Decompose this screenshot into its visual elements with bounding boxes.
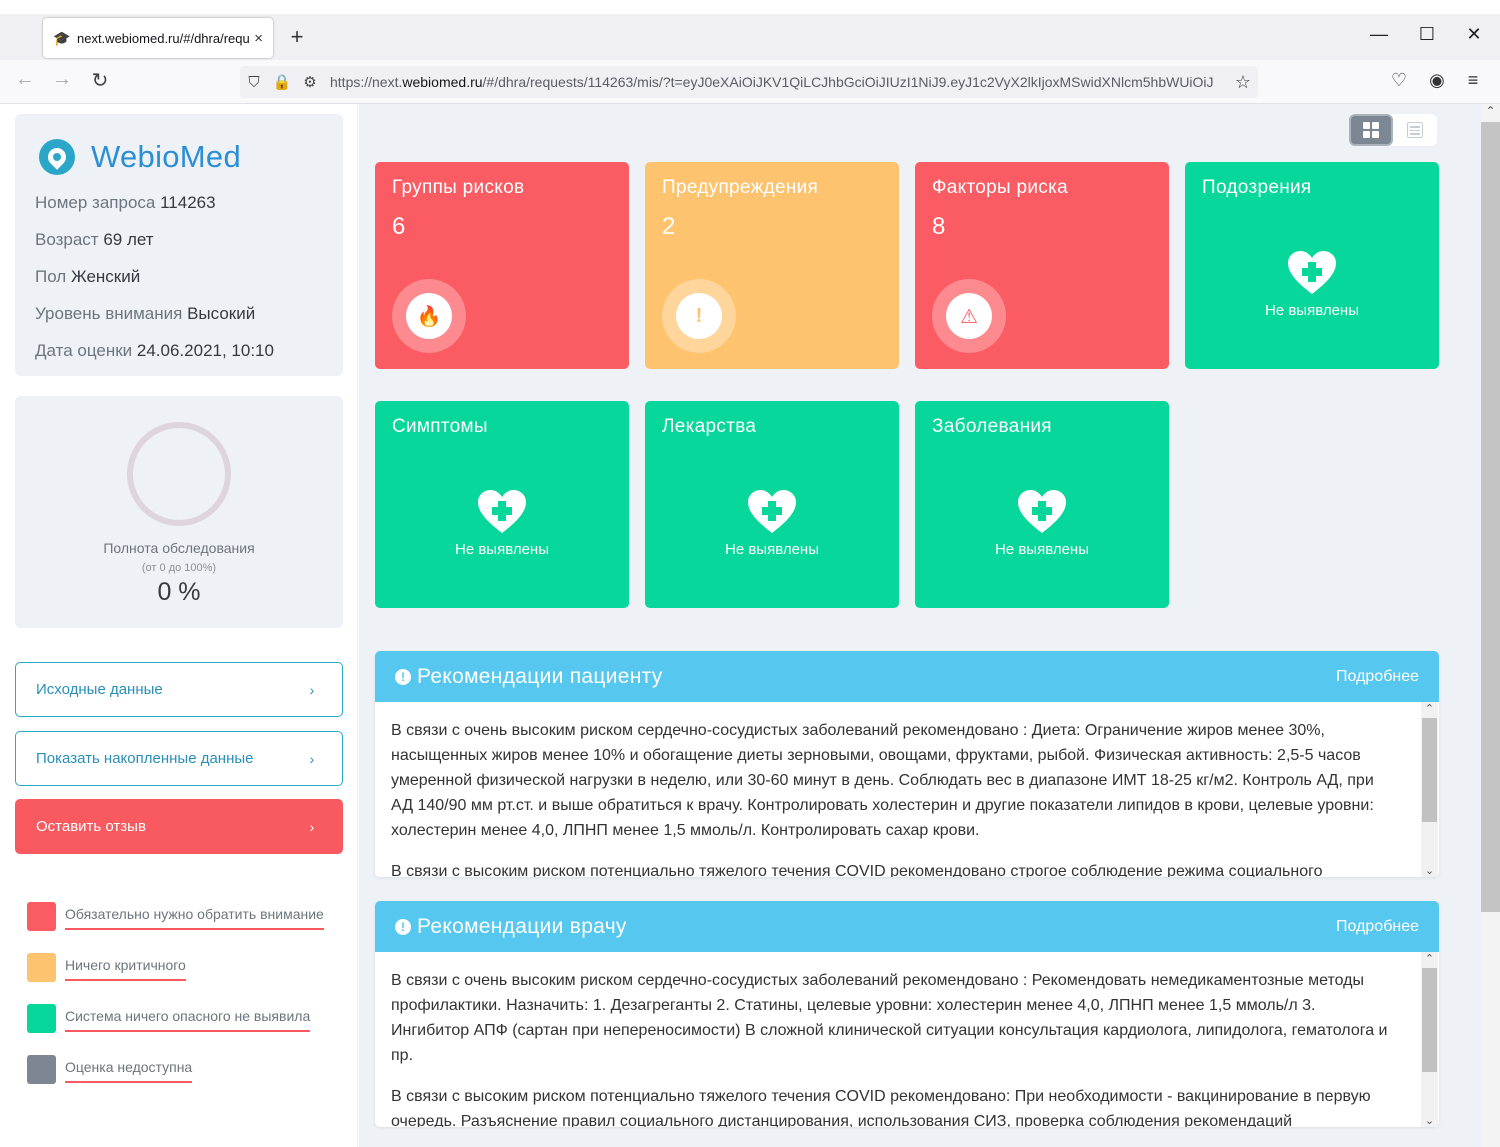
scroll-up-icon[interactable]: ⌃ [1421, 702, 1438, 715]
logo-text: WebioMed [91, 139, 242, 174]
back-icon[interactable]: ← [11, 68, 39, 91]
tile-medications[interactable]: Лекарства Не выявлены [645, 401, 899, 608]
logo-icon [39, 139, 75, 175]
legend-swatch [27, 1055, 56, 1084]
page-scrollbar[interactable]: ⌃ [1481, 104, 1500, 1147]
logo: WebioMed [35, 134, 323, 180]
heart-plus-icon [1288, 251, 1336, 294]
info-age: Возраст 69 лет [35, 230, 154, 249]
legend-swatch [27, 953, 56, 982]
main-content: Группы рисков 6 🔥 Предупреждения 2 ! Фак… [359, 104, 1481, 1147]
fire-icon: 🔥 [406, 293, 452, 339]
leave-feedback-button[interactable]: Оставить отзыв › [15, 799, 343, 854]
info-attention-level: Уровень внимания Высокий [35, 304, 256, 323]
chevron-right-icon: › [309, 818, 315, 835]
browser-nav-bar: ← → ↻ ⛉ 🔒 ⚙ https://next.webiomed.ru/#/d… [0, 60, 1500, 104]
list-icon [1407, 122, 1423, 138]
doctor-recommendations-panel: ! Рекомендации врачу Подробнее В связи с… [375, 901, 1439, 1127]
maximize-icon[interactable]: ☐ [1412, 24, 1442, 45]
completeness-value: 0 % [157, 578, 201, 606]
lock-icon[interactable]: 🔒 [268, 73, 296, 91]
close-window-icon[interactable]: ✕ [1459, 24, 1489, 45]
new-tab-button[interactable]: + [286, 24, 308, 50]
sidebar: WebioMed Номер запроса 114263 Возраст 69… [0, 104, 358, 1147]
info-icon: ! [395, 918, 411, 935]
warning-icon: ⚠ [946, 293, 992, 339]
panel-body[interactable]: В связи с очень высоким риском сердечно-… [375, 952, 1439, 1127]
url-text[interactable]: https://next.webiomed.ru/#/dhra/requests… [324, 74, 1228, 90]
completeness-range: (от 0 до 100%) [141, 562, 217, 574]
tab-close-icon[interactable]: × [254, 30, 263, 47]
recommendation-text: В связи с высоким риском потенциально тя… [391, 1088, 1371, 1127]
legend-item-green: Система ничего опасного не выявила [27, 1004, 357, 1044]
patient-recommendations-panel: ! Рекомендации пациенту Подробнее В связ… [375, 651, 1439, 877]
info-sex: Пол Женский [35, 267, 141, 286]
pocket-icon[interactable]: ♡ [1386, 70, 1412, 91]
url-bar[interactable]: ⛉ 🔒 ⚙ https://next.webiomed.ru/#/dhra/re… [240, 66, 1258, 98]
patient-info-card: WebioMed Номер запроса 114263 Возраст 69… [15, 114, 343, 376]
legend-label: Обязательно нужно обратить внимание [65, 906, 324, 930]
tile-risk-groups[interactable]: Группы рисков 6 🔥 [375, 162, 629, 369]
legend-swatch [27, 902, 56, 931]
panel-scrollbar[interactable]: ⌃ ⌄ [1421, 702, 1438, 877]
recommendation-text: В связи с высоким риском потенциально тя… [391, 863, 1323, 877]
browser-tab-strip: 🎓 next.webiomed.ru/#/dhra/reque × + — ☐ … [0, 0, 1500, 60]
exclamation-icon: ! [676, 293, 722, 339]
recommendation-text: В связи с очень высоким риском сердечно-… [391, 972, 1388, 1064]
page: WebioMed Номер запроса 114263 Возраст 69… [0, 104, 1500, 1147]
tab-title: next.webiomed.ru/#/dhra/reque [77, 30, 251, 46]
info-assessment-date: Дата оценки 24.06.2021, 10:10 [35, 341, 274, 360]
completeness-ring [127, 422, 231, 526]
accumulated-data-button[interactable]: Показать накопленные данные › [15, 731, 343, 786]
tile-symptoms[interactable]: Симптомы Не выявлены [375, 401, 629, 608]
legend-swatch [27, 1004, 56, 1033]
forward-icon[interactable]: → [48, 68, 76, 91]
more-link[interactable]: Подробнее [1336, 668, 1419, 686]
scroll-down-icon[interactable]: ⌄ [1421, 864, 1438, 877]
permissions-icon[interactable]: ⚙ [296, 73, 324, 91]
info-request-number: Номер запроса 114263 [35, 193, 216, 212]
source-data-button[interactable]: Исходные данные › [15, 662, 343, 717]
info-icon: ! [395, 668, 411, 685]
scroll-up-icon[interactable]: ⌃ [1421, 952, 1438, 965]
view-toggle [1349, 114, 1437, 146]
site-favicon-icon: 🎓 [53, 30, 71, 46]
recommendation-text: В связи с очень высоким риском сердечно-… [391, 722, 1374, 839]
legend-item-orange: Ничего критичного [27, 953, 357, 993]
panel-header: ! Рекомендации врачу Подробнее [375, 901, 1439, 952]
completeness-card: Полнота обследования (от 0 до 100%) 0 % [15, 396, 343, 628]
panel-scrollbar[interactable]: ⌃ ⌄ [1421, 952, 1438, 1127]
heart-plus-icon [478, 490, 526, 533]
completeness-title: Полнота обследования [103, 540, 255, 556]
menu-icon[interactable]: ≡ [1460, 70, 1486, 91]
tile-risk-factors[interactable]: Факторы риска 8 ⚠ [915, 162, 1169, 369]
grid-icon [1363, 122, 1379, 138]
chevron-right-icon: › [309, 681, 315, 698]
legend-label: Ничего критичного [65, 957, 186, 981]
tile-warnings[interactable]: Предупреждения 2 ! [645, 162, 899, 369]
legend-label: Система ничего опасного не выявила [65, 1008, 311, 1032]
legend-label: Оценка недоступна [65, 1059, 193, 1083]
minimize-icon[interactable]: — [1364, 24, 1394, 45]
more-link[interactable]: Подробнее [1336, 918, 1419, 936]
star-icon[interactable]: ☆ [1228, 72, 1258, 93]
grid-view-button[interactable] [1349, 114, 1393, 146]
heart-plus-icon [1018, 490, 1066, 533]
browser-tab[interactable]: 🎓 next.webiomed.ru/#/dhra/reque × [43, 18, 273, 58]
heart-plus-icon [748, 490, 796, 533]
shield-icon[interactable]: ⛉ [240, 74, 268, 91]
panel-body[interactable]: В связи с очень высоким риском сердечно-… [375, 702, 1439, 877]
chevron-right-icon: › [309, 750, 315, 767]
scroll-down-icon[interactable]: ⌄ [1421, 1114, 1438, 1127]
legend-item-red: Обязательно нужно обратить внимание [27, 902, 357, 942]
reload-icon[interactable]: ↻ [86, 68, 114, 93]
tile-diseases[interactable]: Заболевания Не выявлены [915, 401, 1169, 608]
legend-item-gray: Оценка недоступна [27, 1055, 357, 1095]
list-view-button[interactable] [1393, 114, 1437, 146]
account-icon[interactable]: ◉ [1424, 70, 1450, 91]
tile-suspicions[interactable]: Подозрения Не выявлены [1185, 162, 1439, 369]
scroll-up-icon[interactable]: ⌃ [1481, 104, 1500, 118]
panel-header: ! Рекомендации пациенту Подробнее [375, 651, 1439, 702]
